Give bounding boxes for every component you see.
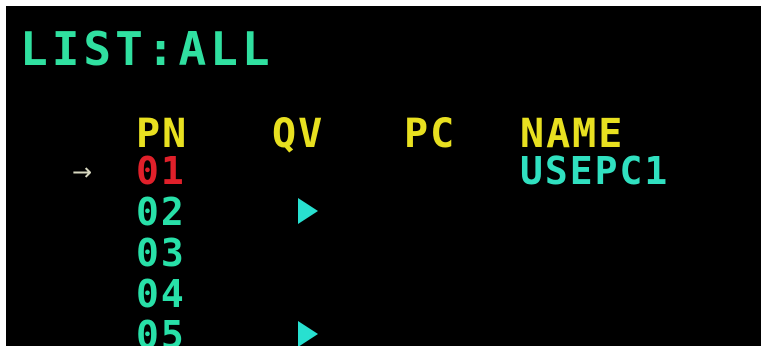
osd-panel: LIST:ALL PN QV PC NAME → 01 USEPC1 02 03 04 05: [6, 6, 761, 346]
port-name: USEPC1: [520, 149, 670, 193]
page-title: LIST:ALL: [20, 22, 274, 76]
port-number: 03: [136, 231, 186, 275]
column-header-name: NAME: [520, 111, 625, 157]
right-arrow-icon: →: [72, 158, 93, 186]
port-number: 04: [136, 272, 186, 316]
column-header-qv: QV: [272, 111, 325, 157]
play-triangle-icon: [298, 198, 318, 224]
column-header-pn: PN: [136, 111, 189, 157]
port-number: 05: [136, 313, 186, 346]
screen: LIST:ALL PN QV PC NAME → 01 USEPC1 02 03 04 05: [0, 0, 773, 352]
play-triangle-icon: [298, 321, 318, 346]
column-header-pc: PC: [404, 111, 457, 157]
port-number: 01: [136, 149, 186, 193]
port-number: 02: [136, 190, 186, 234]
